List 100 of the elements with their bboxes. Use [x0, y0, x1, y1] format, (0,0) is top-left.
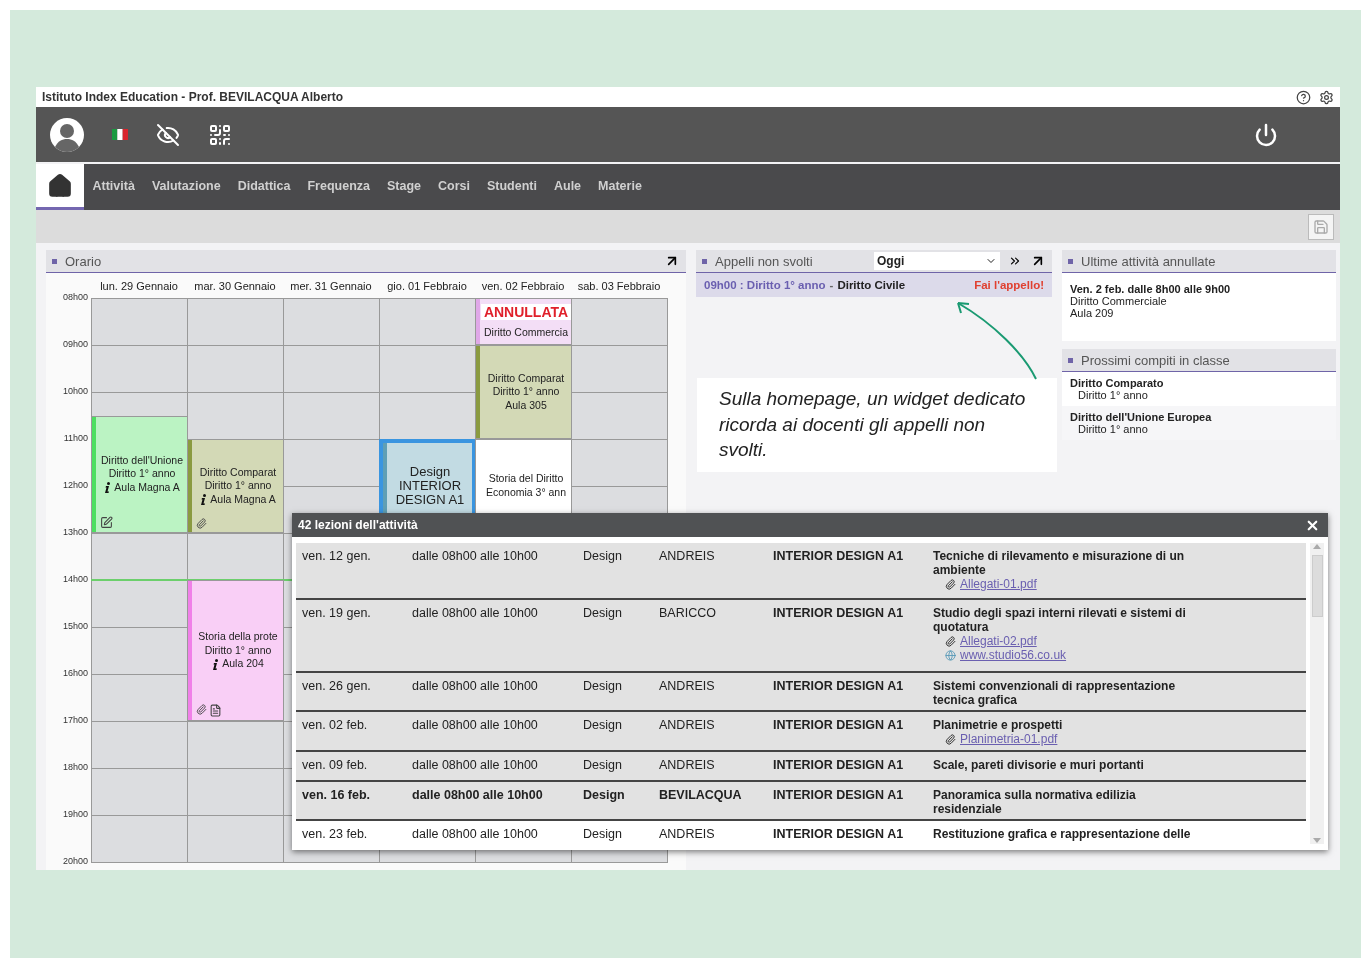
cancelled-subject: Diritto Commerciale — [1070, 295, 1168, 307]
subject-cell-text: Design — [583, 718, 623, 734]
time-cell-text: dalle 08h00 alle 10h00 — [412, 788, 544, 804]
date-cell-text: ven. 23 feb. — [302, 827, 369, 843]
nav-tab[interactable]: Valutazione — [143, 164, 230, 210]
hour-label: 08h00 — [61, 292, 89, 304]
separator-text: - — [829, 279, 834, 291]
day-header: sab. 03 Febbraio — [576, 279, 662, 292]
date-cell-text: ven. 02 feb. — [302, 718, 369, 734]
roll-call-class: 09h00 : Diritto 1° anno — [704, 279, 826, 291]
topic-text: Studio degli spazi interni rilevati e sistemi di quotatura — [933, 606, 1187, 634]
lesson-row[interactable]: ven. 26 gen. dalle 08h00 alle 10h00 Design ANDREIS INTERIOR DESIGN A1 Sistemi convenzionali di rappresentazione tecnica grafica — [296, 673, 1306, 712]
timetable-event[interactable]: Diritto Comparat Diritto 1° anno Aula Magna A — [187, 439, 284, 533]
class-cell-text: INTERIOR DESIGN A1 — [773, 788, 905, 804]
class-cell-text: INTERIOR DESIGN A1 — [773, 679, 905, 695]
event-text: Aula Magna A — [210, 492, 276, 507]
lesson-row[interactable]: ven. 09 feb. dalle 08h00 alle 10h00 Design ANDREIS INTERIOR DESIGN A1 Scale, pareti divisorie e muri portanti — [296, 752, 1306, 782]
topic-text: Restituzione grafica e rappresentazione delle — [933, 827, 1192, 841]
class-cell-text: INTERIOR DESIGN A1 — [773, 549, 905, 565]
hour-label: 14h00 — [61, 574, 89, 586]
hour-label: 12h00 — [61, 480, 89, 492]
event-text: Diritto Commercia — [484, 325, 568, 340]
date-cell-text: ven. 19 gen. — [302, 606, 372, 622]
timetable-event[interactable]: Diritto Comparat Diritto 1° anno Aula 305 — [475, 345, 572, 439]
topic-text: Sistemi convenzionali di rappresentazione tecnica grafica — [933, 679, 1177, 707]
class-cell-text: INTERIOR DESIGN A1 — [773, 606, 905, 622]
event-text: Diritto 1° anno — [204, 643, 272, 658]
time-cell-text: dalle 08h00 alle 10h00 — [412, 827, 539, 843]
cancelled-time: Ven. 2 feb. dalle 8h00 alle 9h00 — [1070, 283, 1232, 295]
event-text: Aula 305 — [505, 398, 547, 413]
panel-title: Prossimi compiti in classe — [1081, 352, 1231, 368]
class-cell-text: INTERIOR DESIGN A1 — [773, 718, 905, 734]
event-text: Diritto Comparat — [487, 371, 565, 386]
event-text: INTERIOR — [398, 478, 462, 494]
file-link[interactable]: Allegati-01.pdf — [960, 577, 1037, 591]
date-cell-text: ven. 09 feb. — [302, 758, 369, 774]
topic-text: Tecniche di rilevamento e misurazione di un ambiente — [933, 549, 1186, 577]
panel-title: Appelli non svolti — [715, 253, 814, 269]
time-cell-text: dalle 08h00 alle 10h00 — [412, 679, 539, 695]
cancelled-badge: ANNULLATA — [480, 303, 571, 320]
event-text: Economia 3° ann — [485, 486, 567, 500]
time-cell-text: dalle 08h00 alle 10h00 — [412, 718, 539, 734]
test-item[interactable]: Diritto dell'Unione Europea Diritto 1° anno — [1062, 406, 1336, 440]
window-title: Istituto Index Education - Prof. BEVILACQUA Alberto — [42, 90, 344, 104]
nav-tab[interactable]: Frequenza — [298, 164, 379, 210]
timetable-event[interactable]: Diritto dell'Unione Diritto 1° anno Aula Magna A — [91, 415, 188, 533]
event-text: Diritto 1° anno — [108, 467, 176, 482]
teacher-cell-text: ANDREIS — [659, 718, 716, 734]
lesson-row[interactable]: ven. 16 feb. dalle 08h00 alle 10h00 Design BEVILACQUA INTERIOR DESIGN A1 Panoramica sulla normativa edilizia residenziale — [296, 782, 1306, 821]
period-dropdown[interactable]: Oggi — [874, 252, 1000, 270]
roll-call-row[interactable]: 09h00 : Diritto 1° anno - Diritto Civile Fai l'appello! — [696, 273, 1052, 297]
event-text: Aula Magna A — [114, 481, 180, 495]
event-text: Design — [409, 464, 451, 479]
event-text: Aula 204 — [222, 657, 264, 671]
date-cell-text: ven. 12 gen. — [302, 549, 372, 565]
day-header: ven. 02 Febbraio — [480, 279, 566, 292]
topic-text: Planimetrie e prospetti — [933, 718, 1064, 732]
time-cell-text: dalle 08h00 alle 10h00 — [412, 549, 539, 565]
teacher-cell-text: ANDREIS — [659, 549, 716, 565]
nav-tab[interactable]: Didattica — [229, 164, 299, 210]
date-cell-text: ven. 26 gen. — [302, 679, 372, 695]
web-link[interactable]: www.studio56.co.uk — [960, 648, 1067, 662]
nav-tab[interactable]: Stage — [378, 164, 430, 210]
file-link[interactable]: Allegati-02.pdf — [960, 634, 1037, 648]
subject-cell-text: Design — [583, 549, 623, 565]
event-text: Diritto dell'Unione — [101, 453, 183, 468]
subject-cell-text: Design — [583, 606, 623, 622]
nav-tab[interactable]: Aule — [545, 164, 590, 210]
hour-label: 13h00 — [61, 527, 89, 539]
day-header: mar. 30 Gennaio — [193, 279, 277, 292]
time-cell-text: dalle 08h00 alle 10h00 — [412, 606, 539, 622]
nav-tab[interactable]: Attività — [84, 164, 144, 210]
topic-text: Panoramica sulla normativa edilizia residenziale — [933, 788, 1137, 816]
event-text: Storia della prote — [198, 630, 278, 644]
date-cell-text: ven. 16 feb. — [302, 788, 372, 804]
file-link[interactable]: Planimetria-01.pdf — [960, 732, 1058, 746]
lesson-row[interactable]: ven. 19 gen. dalle 08h00 alle 10h00 Design BARICCO INTERIOR DESIGN A1 Studio degli spazi interni rilevati e sistemi di quotatura Allegati-02.pdf www.studio56.co.uk — [296, 600, 1306, 673]
nav-tab[interactable]: Corsi — [429, 164, 479, 210]
topic-text: Scale, pareti divisorie e muri portanti — [933, 758, 1145, 772]
class-cell-text: INTERIOR DESIGN A1 — [773, 827, 905, 843]
timetable-event[interactable]: Storia della prote Diritto 1° anno Aula 204 — [187, 580, 284, 721]
nav-tab[interactable]: Materie — [589, 164, 651, 210]
hour-label: 16h00 — [61, 668, 89, 680]
panel-title: Orario — [65, 253, 103, 269]
hour-label: 20h00 — [61, 856, 89, 868]
test-class: Diritto 1° anno — [1077, 423, 1149, 435]
event-text: Diritto Comparat — [199, 465, 277, 480]
event-text: Diritto 1° anno — [492, 385, 560, 399]
nav-tab[interactable]: Studenti — [478, 164, 546, 210]
callout-text: Sulla homepage, un widget dedicato ricorda ai docenti gli appelli non svolti. — [697, 378, 1057, 472]
hour-label: 09h00 — [61, 339, 89, 351]
event-text: Diritto 1° anno — [204, 479, 272, 493]
lesson-row[interactable]: ven. 12 gen. dalle 08h00 alle 10h00 Design ANDREIS INTERIOR DESIGN A1 Tecniche di rilevamento e misurazione di un ambiente Allegati-01.pdf — [296, 543, 1306, 600]
hour-label: 19h00 — [61, 809, 89, 821]
teacher-cell-text: ANDREIS — [659, 758, 716, 774]
lesson-row[interactable]: ven. 02 feb. dalle 08h00 alle 10h00 Design ANDREIS INTERIOR DESIGN A1 Planimetrie e prospetti Planimetria-01.pdf — [296, 712, 1306, 752]
timetable-event[interactable]: ANNULLATA Diritto Commercia — [475, 298, 572, 345]
roll-call-subject: Diritto Civile — [837, 279, 907, 291]
day-header: mer. 31 Gennaio — [289, 279, 373, 292]
test-subject: Diritto Comparato — [1070, 377, 1165, 389]
